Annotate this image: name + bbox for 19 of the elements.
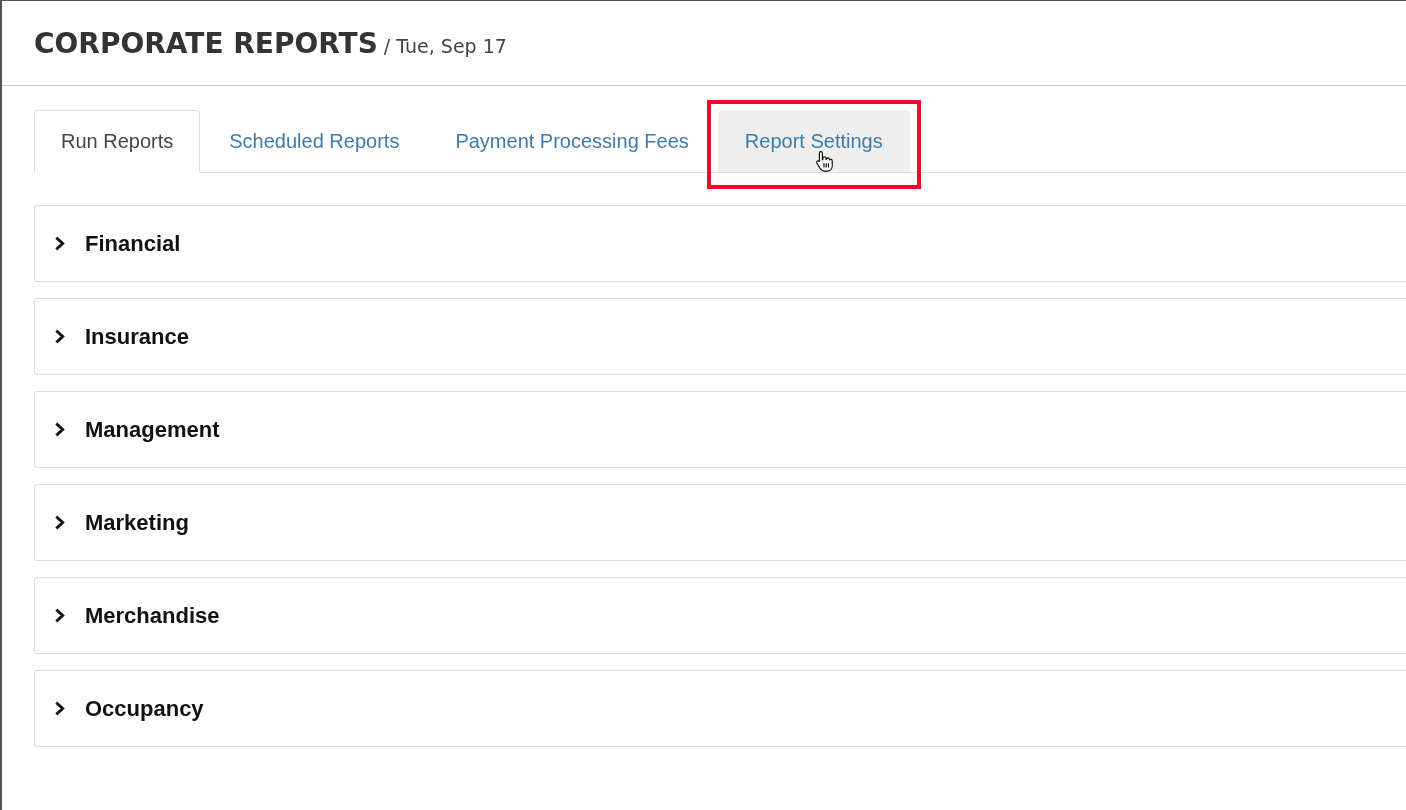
- tab[interactable]: Run Reports: [34, 110, 201, 173]
- page-title: CORPORATE REPORTS: [34, 26, 378, 60]
- hand-cursor-icon: [814, 150, 833, 172]
- section-title: Insurance: [85, 323, 189, 350]
- section-title: Marketing: [85, 509, 189, 536]
- page-date: / Tue, Sep 17: [383, 34, 507, 57]
- section-title: Management: [85, 416, 220, 443]
- tab[interactable]: Report Settings: [717, 110, 910, 172]
- tab[interactable]: Payment Processing Fees: [428, 110, 716, 172]
- accordion-section[interactable]: Occupancy: [34, 670, 1406, 747]
- section-title: Merchandise: [85, 602, 220, 629]
- accordion-section[interactable]: Financial: [34, 205, 1406, 282]
- accordion-section[interactable]: Merchandise: [34, 577, 1406, 654]
- section-title: Financial: [85, 230, 181, 257]
- section-title: Occupancy: [85, 695, 204, 722]
- accordion-section[interactable]: Management: [34, 391, 1406, 468]
- accordion-section[interactable]: Marketing: [34, 484, 1406, 561]
- accordion-section[interactable]: Insurance: [34, 298, 1406, 375]
- tab[interactable]: Scheduled Reports: [202, 110, 427, 172]
